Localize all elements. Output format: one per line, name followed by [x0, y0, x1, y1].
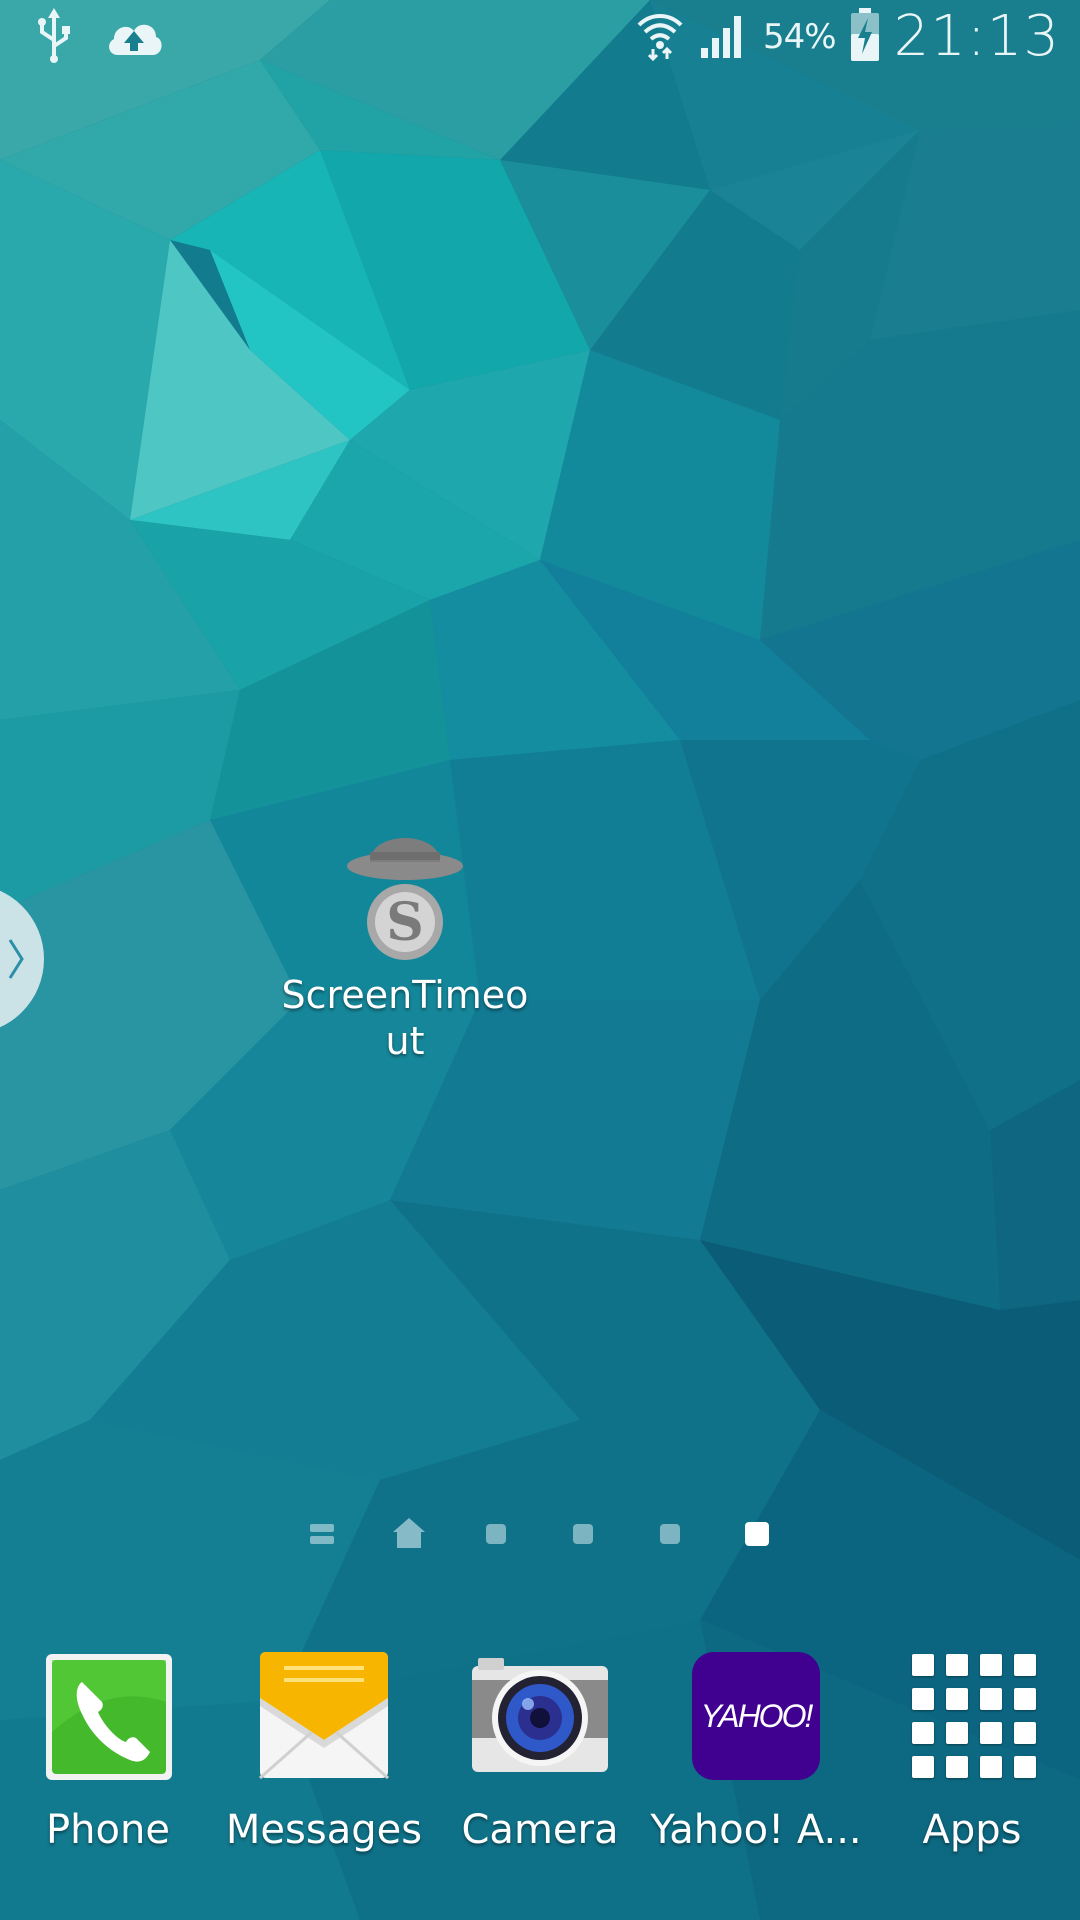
dock: Phone Messages Camera YAHOO! Yahoo! A...…: [0, 1640, 1080, 1910]
home-screen: 54% 21:13 S ScreenTimeout Phone Messages…: [0, 0, 1080, 1920]
dock-app-label: Messages: [225, 1807, 423, 1853]
dock-app-apps[interactable]: Apps: [864, 1640, 1080, 1900]
wallpaper: [0, 0, 1080, 1920]
phone-icon: [38, 1652, 178, 1792]
wifi-icon: [635, 9, 685, 65]
page-indicator-home[interactable]: [387, 1512, 431, 1556]
dock-app-label: Camera: [461, 1807, 619, 1853]
yahoo-logo-text: YAHOO!: [700, 1697, 814, 1734]
screentimeout-app-icon: S: [340, 820, 470, 970]
dock-app-label: Apps: [922, 1807, 1022, 1853]
dock-app-label: Yahoo! A...: [650, 1807, 862, 1853]
page-indicator-dot[interactable]: [648, 1512, 692, 1556]
page-indicator-dot[interactable]: [561, 1512, 605, 1556]
page-indicator-menu[interactable]: [300, 1512, 344, 1556]
camera-icon: [470, 1652, 610, 1792]
usb-icon: [34, 8, 74, 68]
battery-percent: 54%: [763, 16, 837, 57]
page-indicator-dot-active[interactable]: [735, 1512, 779, 1556]
chevron-right-icon: [6, 934, 26, 988]
desktop-app-screentimeout[interactable]: S ScreenTimeout: [270, 820, 540, 1064]
page-indicator-dot[interactable]: [474, 1512, 518, 1556]
svg-text:S: S: [386, 892, 424, 953]
dock-app-phone[interactable]: Phone: [0, 1640, 216, 1900]
dock-app-camera[interactable]: Camera: [432, 1640, 648, 1900]
desktop-app-label: ScreenTimeout: [281, 973, 529, 1063]
status-bar: 54% 21:13: [0, 0, 1080, 78]
dock-app-yahoo[interactable]: YAHOO! Yahoo! A...: [648, 1640, 864, 1900]
dock-app-messages[interactable]: Messages: [216, 1640, 432, 1900]
page-indicator: [0, 1512, 1080, 1556]
apps-grid-icon: [902, 1652, 1042, 1792]
home-icon: [393, 1518, 425, 1548]
status-time: 21:13: [893, 4, 1060, 69]
battery-charging-icon: [850, 7, 880, 66]
menu-lines-icon: [310, 1524, 334, 1544]
messages-icon: [254, 1652, 394, 1792]
signal-icon: [699, 10, 749, 64]
yahoo-icon: YAHOO!: [686, 1652, 826, 1792]
cloud-upload-icon: [104, 15, 164, 61]
dock-app-label: Phone: [46, 1807, 170, 1853]
